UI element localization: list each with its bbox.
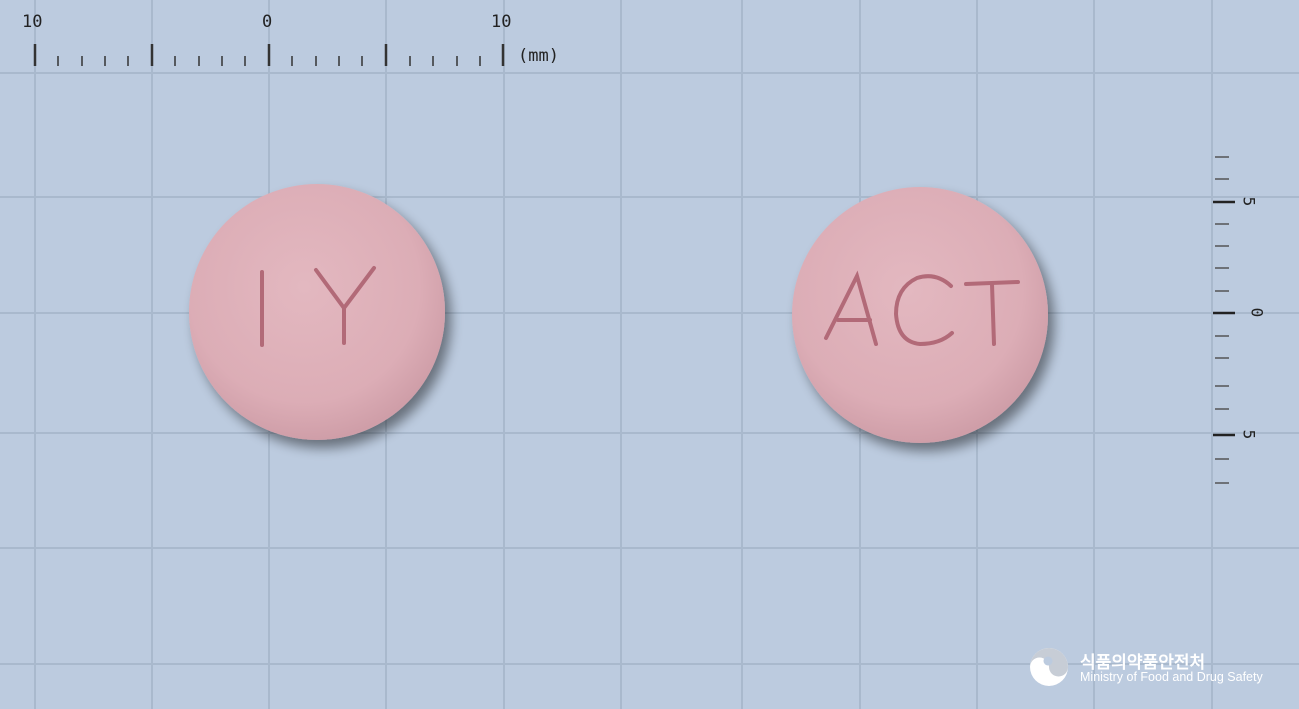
ministry-name-english: Ministry of Food and Drug Safety bbox=[1080, 670, 1263, 684]
pill-left bbox=[189, 184, 445, 440]
background-grid bbox=[0, 0, 1299, 709]
ministry-logo-emblem bbox=[1030, 648, 1068, 686]
ruler-label-v-5-bottom: 5 bbox=[1239, 429, 1259, 440]
photo-stage bbox=[0, 0, 1299, 709]
horizontal-ruler bbox=[33, 44, 505, 66]
ruler-label-v-5-top: 5 bbox=[1239, 196, 1259, 207]
ruler-label-0: 0 bbox=[262, 12, 273, 32]
pill-right bbox=[792, 187, 1048, 443]
ruler-label-right-10: 10 bbox=[491, 12, 512, 32]
ruler-label-v-0: 0 bbox=[1247, 307, 1267, 318]
vertical-ruler bbox=[1213, 156, 1235, 484]
ruler-label-left-10: 10 bbox=[22, 12, 43, 32]
ruler-unit-label: (mm) bbox=[518, 46, 559, 66]
